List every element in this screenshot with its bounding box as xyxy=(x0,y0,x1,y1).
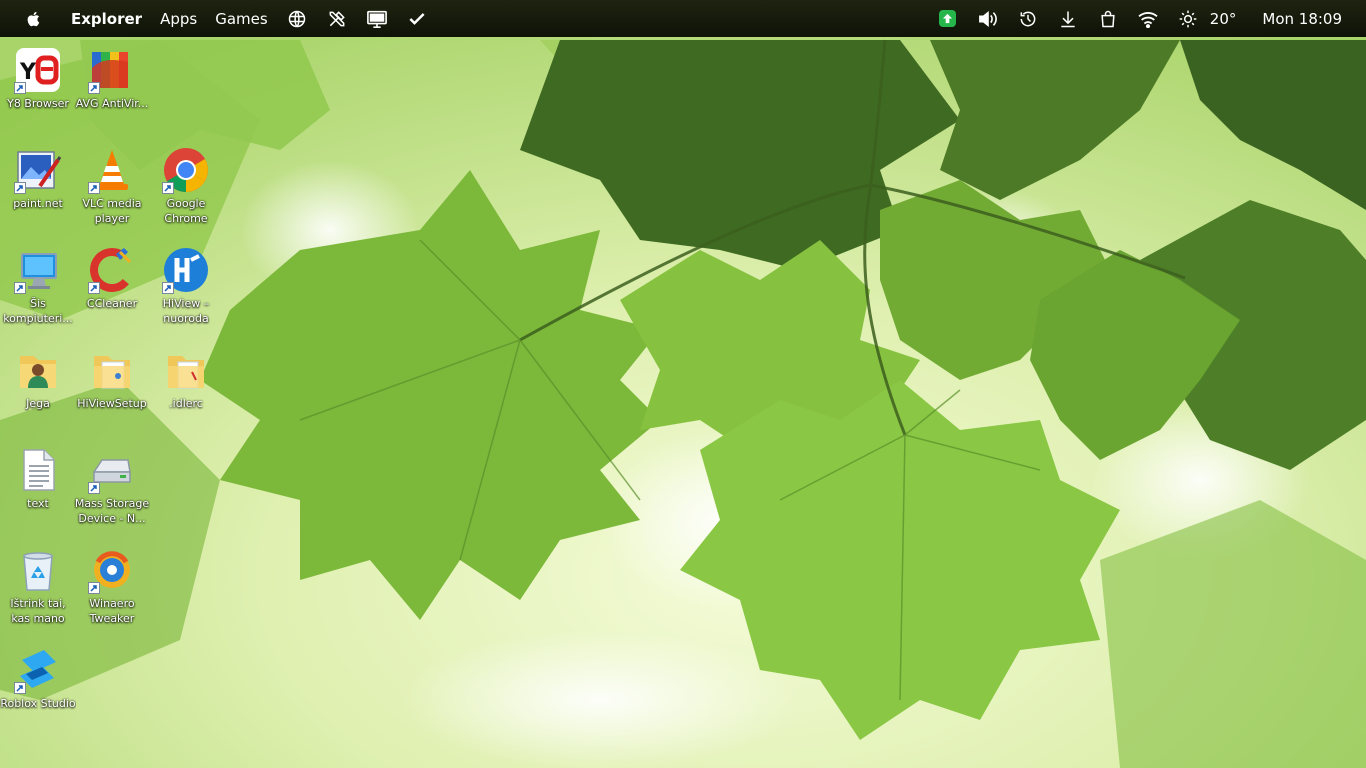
desktop-icon-label: HiViewSetup xyxy=(77,397,147,410)
shortcut-arrow-icon xyxy=(14,682,26,694)
folder-icon xyxy=(162,346,210,394)
desktop-icon-label: .idlerc xyxy=(169,397,203,410)
desktop-icon-roblox-studio[interactable]: Roblox Studio xyxy=(0,640,76,728)
vlc-icon xyxy=(88,146,136,194)
y8-browser-icon: Y xyxy=(14,46,62,94)
shortcut-arrow-icon xyxy=(88,582,100,594)
desktop-icon-paintnet[interactable]: paint.net xyxy=(0,140,76,228)
apple-icon[interactable] xyxy=(24,0,44,37)
winaero-icon xyxy=(88,546,136,594)
desktop-icon-label: Google Chrome xyxy=(164,197,208,225)
desktop-icon-label: Roblox Studio xyxy=(0,697,76,710)
desktop-icon-google-chrome[interactable]: Google Chrome xyxy=(148,140,224,228)
text-file-icon xyxy=(14,446,62,494)
desktop-icon-label: VLC media player xyxy=(82,197,142,225)
shortcut-arrow-icon xyxy=(162,282,174,294)
desktop-icon-hiview[interactable]: HiView – nuoroda xyxy=(148,240,224,328)
storage-device-icon xyxy=(88,446,136,494)
desktop-icon-mass-storage[interactable]: Mass Storage Device - N... xyxy=(74,440,150,528)
shortcut-arrow-icon xyxy=(88,482,100,494)
avg-antivirus-icon xyxy=(88,46,136,94)
paintnet-icon xyxy=(14,146,62,194)
volume-icon[interactable] xyxy=(968,0,1008,37)
desktop-icon-label: Ištrink tai, kas mano viduje xyxy=(10,597,66,625)
wifi-icon[interactable] xyxy=(1128,0,1168,37)
desktop-icon-label: paint.net xyxy=(13,197,63,210)
history-icon[interactable] xyxy=(1008,0,1048,37)
desktop-icon-hiviewsetup[interactable]: HiViewSetup xyxy=(74,340,150,428)
user-folder-icon xyxy=(14,346,62,394)
recycle-bin-icon xyxy=(14,546,62,594)
desktop-icon-label: Winaero Tweaker xyxy=(89,597,135,625)
desktop-icon-this-pc[interactable]: Šis kompiuteri... xyxy=(0,240,76,328)
desktop-icon-y8-browser[interactable]: Y Y8 Browser xyxy=(0,40,76,128)
monitor-icon[interactable] xyxy=(357,0,397,37)
folder-icon xyxy=(88,346,136,394)
desktop-icon-label: CCleaner xyxy=(86,297,138,310)
weather-sun-icon[interactable] xyxy=(1168,0,1208,37)
desktop-icon-jega[interactable]: Jega xyxy=(0,340,76,428)
shopping-bag-icon[interactable] xyxy=(1088,0,1128,37)
menubar-clock[interactable]: Mon 18:09 xyxy=(1240,0,1342,37)
menu-explorer[interactable]: Explorer xyxy=(62,0,151,37)
menu-games[interactable]: Games xyxy=(206,0,276,37)
shortcut-arrow-icon xyxy=(14,182,26,194)
chrome-icon xyxy=(162,146,210,194)
menu-apps[interactable]: Apps xyxy=(151,0,206,37)
tools-icon[interactable] xyxy=(317,0,357,37)
shortcut-arrow-icon xyxy=(88,82,100,94)
roblox-studio-icon xyxy=(14,646,62,694)
desktop-icon-ccleaner[interactable]: CCleaner xyxy=(74,240,150,328)
desktop-icon-winaero-tweaker[interactable]: Winaero Tweaker xyxy=(74,540,150,628)
desktop-icon-label: Jega xyxy=(26,397,50,410)
desktop-icon-avg-antivirus[interactable]: AVG AntiVir... xyxy=(74,40,150,128)
globe-icon[interactable] xyxy=(277,0,317,37)
hiview-icon xyxy=(162,246,210,294)
update-icon[interactable] xyxy=(928,0,968,37)
desktop-icon-label: Mass Storage Device - N... xyxy=(74,497,150,525)
checkmark-icon[interactable] xyxy=(397,0,437,37)
download-icon[interactable] xyxy=(1048,0,1088,37)
computer-icon xyxy=(14,246,62,294)
desktop-icon-label: Šis kompiuteri... xyxy=(3,297,73,325)
desktop-icon-text[interactable]: text xyxy=(0,440,76,528)
shortcut-arrow-icon xyxy=(88,282,100,294)
desktop-icon-label: AVG AntiVir... xyxy=(75,97,149,110)
top-menu-bar: Explorer Apps Games 20° Mon 18:09 xyxy=(0,0,1366,37)
ccleaner-icon xyxy=(88,246,136,294)
shortcut-arrow-icon xyxy=(162,182,174,194)
desktop-icon-label: HiView – nuoroda xyxy=(162,297,210,325)
shortcut-arrow-icon xyxy=(14,282,26,294)
desktop-icon-label: Y8 Browser xyxy=(7,97,69,110)
temperature-readout[interactable]: 20° xyxy=(1208,0,1241,37)
desktop-icon-vlc[interactable]: VLC media player xyxy=(74,140,150,228)
desktop-icon-recycle-bin[interactable]: Ištrink tai, kas mano viduje xyxy=(0,540,76,628)
desktop-icon-idlerc[interactable]: .idlerc xyxy=(148,340,224,428)
shortcut-arrow-icon xyxy=(88,182,100,194)
desktop-icon-label: text xyxy=(27,497,49,510)
shortcut-arrow-icon xyxy=(14,82,26,94)
